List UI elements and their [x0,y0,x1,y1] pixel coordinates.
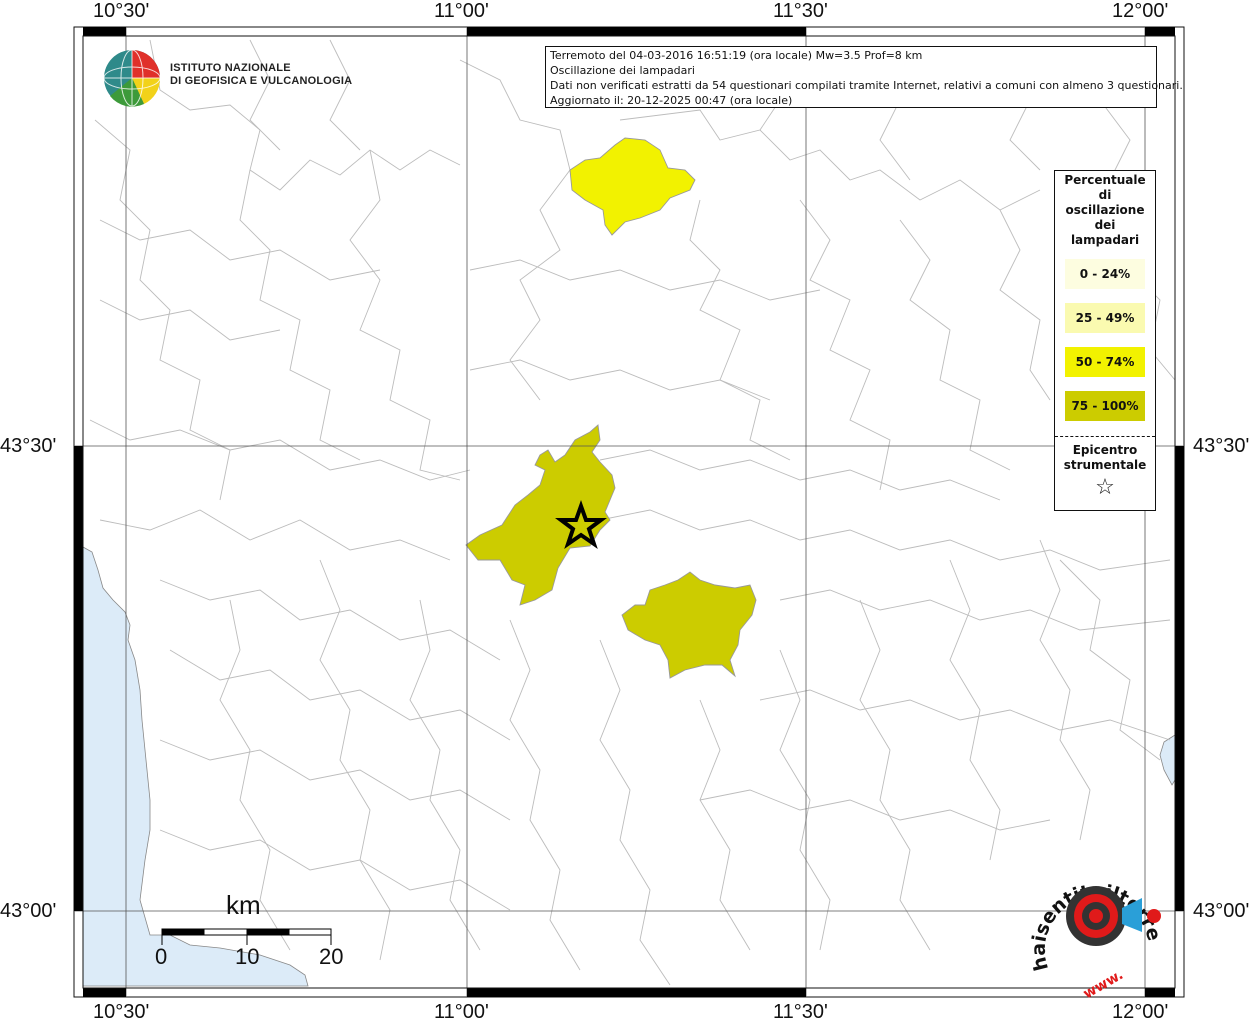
lon-label-bottom-1: 10°30' [93,1001,150,1023]
lon-label-top-3: 11°30' [773,0,828,22]
legend-class-label: 25 - 49% [1075,311,1135,325]
legend-class-0-24: 0 - 24% [1065,259,1145,289]
legend-title-line3: oscillazione [1065,203,1145,217]
legend-title-line2: di [1098,188,1112,202]
scale-tick-20: 20 [319,944,344,969]
legend-title-line1: Percentuale [1064,173,1146,187]
ingv-name: ISTITUTO NAZIONALE DI GEOFISICA E VULCAN… [170,62,352,88]
lon-label-bottom-2: 11°00' [434,1001,489,1023]
lon-label-top-1: 10°30' [93,0,150,22]
ingv-globe-icon [103,49,161,107]
legend-class-label: 0 - 24% [1079,267,1131,281]
scale-tick-10: 10 [235,944,260,969]
legend-title: Percentuale di oscillazione dei lampadar… [1055,171,1155,248]
logo-www: www. [1081,967,1126,1002]
lat-label-right-2: 43°00' [1193,900,1250,922]
legend-title-line4: dei [1094,218,1116,232]
lon-label-top-2: 11°00' [434,0,489,22]
lon-label-top-4: 12°00' [1112,0,1169,22]
legend-class-label: 50 - 74% [1075,355,1135,369]
legend-class-75-100: 75 - 100% [1065,391,1145,421]
legend-class-label: 75 - 100% [1071,399,1139,413]
lat-label-left-2: 43°00' [0,900,57,922]
legend-epicenter-line1: Epicentro [1072,443,1138,457]
lat-label-right-1: 43°30' [1193,435,1250,457]
legend-star-icon: ☆ [1095,475,1115,500]
lat-label-left-1: 43°30' [0,435,57,457]
ingv-name-line2: DI GEOFISICA E VULCANOLOGIA [170,75,353,87]
event-info-line2: Oscillazione dei lampadari [550,64,695,77]
legend-epicenter-title: Epicentro strumentale [1055,443,1155,473]
event-info-line4: Aggiornato il: 20-12-2025 00:47 (ora loc… [550,94,793,107]
scale-tick-0: 0 [155,944,168,969]
ingv-name-line1: ISTITUTO NAZIONALE [170,62,291,74]
event-info-line1: Terremoto del 04-03-2016 16:51:19 (ora l… [550,49,923,62]
haisentito-logo-icon: haisentitoilterremoto.it www. [1030,862,1165,1002]
event-info-line3: Dati non verificati estratti da 54 quest… [550,79,1183,92]
lon-label-bottom-3: 11°30' [773,1001,828,1023]
legend-class-25-49: 25 - 49% [1065,303,1145,333]
legend-epicenter-line2: strumentale [1063,458,1147,472]
event-info-box: Terremoto del 04-03-2016 16:51:19 (ora l… [545,46,1183,108]
legend: Percentuale di oscillazione dei lampadar… [1054,170,1156,511]
legend-title-line5: lampadari [1070,233,1140,247]
legend-class-50-74: 50 - 74% [1065,347,1145,377]
legend-separator [1055,436,1155,437]
scale-unit: km [226,890,261,920]
lon-label-bottom-4: 12°00' [1112,1001,1169,1023]
